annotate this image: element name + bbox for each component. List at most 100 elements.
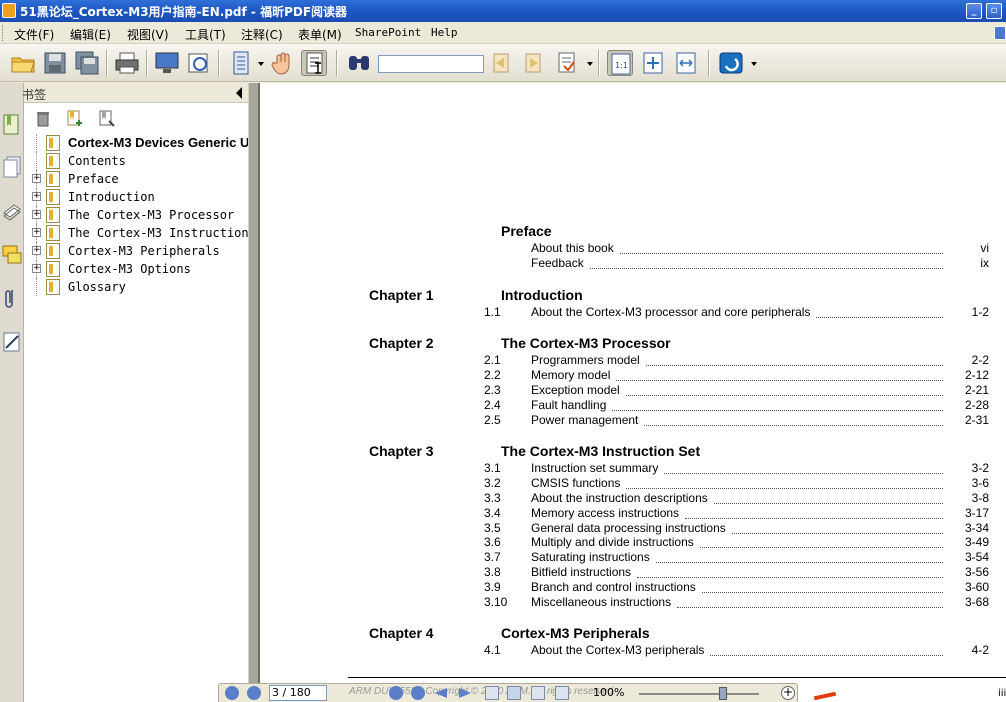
bookmark-item[interactable]: + Introduction [24,188,248,206]
entry-page-number[interactable]: 2-12 [949,368,989,382]
expand-icon[interactable]: + [32,228,41,237]
toc-entry-link[interactable]: Feedback [531,256,584,270]
entry-page-number[interactable]: 3-60 [949,580,989,594]
entry-page-number[interactable]: 2-31 [949,413,989,427]
attachments-panel-icon[interactable] [2,286,22,310]
page-number-input[interactable]: 3 / 180 [269,685,327,701]
bookmark-item[interactable]: Glossary [24,278,248,296]
signatures-panel-icon[interactable] [2,330,22,354]
zoom-level[interactable]: 100% [593,686,624,699]
toc-entry-link[interactable]: Bitfield instructions [531,565,631,579]
save-as-icon[interactable] [74,50,100,76]
toc-entry-link[interactable]: Miscellaneous instructions [531,595,671,609]
comments-panel-icon[interactable] [2,243,22,267]
toc-entry-link[interactable]: About the instruction descriptions [531,491,708,505]
section-title[interactable]: Preface [501,223,552,239]
page-layout-icon[interactable] [228,50,254,76]
bookmark-item[interactable]: + The Cortex-M3 Instruction Set [24,224,248,242]
bookmark-item[interactable]: Cortex-M3 Devices Generic Us [24,134,248,152]
expand-icon[interactable]: + [32,246,41,255]
restore-button[interactable]: ▫ [986,3,1002,19]
entry-page-number[interactable]: 1-2 [949,305,989,319]
entry-page-number[interactable]: 3-17 [949,506,989,520]
entry-page-number[interactable]: vi [949,241,989,255]
delete-bookmark-icon[interactable] [34,109,52,127]
expand-icon[interactable]: + [32,210,41,219]
toc-entry-link[interactable]: Power management [531,413,638,427]
hand-tool-icon[interactable] [270,50,296,76]
section-title[interactable]: The Cortex-M3 Processor [501,335,671,351]
section-title[interactable]: Introduction [501,287,583,303]
screen-icon[interactable] [154,50,180,76]
panel-splitter[interactable] [248,83,260,702]
bookmarks-panel-icon[interactable] [2,113,22,137]
continuous-page-icon[interactable] [507,686,521,700]
single-page-icon[interactable] [485,686,499,700]
zoom-slider-handle[interactable] [719,687,727,700]
entry-page-number[interactable]: 3-49 [949,535,989,549]
select-text-icon[interactable] [301,50,327,76]
zoom-slider[interactable] [639,693,759,695]
chevron-down-icon[interactable] [258,62,264,66]
menu-view[interactable]: 视图(V) [127,26,169,43]
collapse-panel-icon[interactable] [236,87,242,99]
snapshot-icon[interactable] [186,50,212,76]
resize-grip-icon[interactable]: iii [998,688,1006,699]
find-previous-icon[interactable] [488,50,514,76]
toc-entry-link[interactable]: Exception model [531,383,620,397]
bookmark-properties-icon[interactable] [98,109,116,127]
toc-entry-link[interactable]: Memory model [531,368,610,382]
toc-entry-link[interactable]: About the Cortex-M3 processor and core p… [531,305,810,319]
toc-entry-link[interactable]: About this book [531,241,614,255]
entry-page-number[interactable]: ix [949,256,989,270]
entry-page-number[interactable]: 3-6 [949,476,989,490]
layers-panel-icon[interactable] [2,199,22,223]
print-icon[interactable] [114,50,140,76]
bookmark-item[interactable]: + Cortex-M3 Options [24,260,248,278]
expand-icon[interactable]: + [32,192,41,201]
toc-entry-link[interactable]: Instruction set summary [531,461,658,475]
go-back-icon[interactable] [435,688,447,698]
next-page-icon[interactable] [389,686,403,700]
find-options-icon[interactable] [554,50,580,76]
chevron-down-icon[interactable] [751,62,757,66]
entry-page-number[interactable]: 3-68 [949,595,989,609]
menu-sharepoint[interactable]: SharePoint [355,26,421,39]
toc-entry-link[interactable]: Branch and control instructions [531,580,696,594]
continuous-facing-icon[interactable] [555,686,569,700]
facing-page-icon[interactable] [531,686,545,700]
expand-icon[interactable]: + [32,264,41,273]
entry-page-number[interactable]: 3-34 [949,521,989,535]
rotate-icon[interactable] [718,50,744,76]
pages-panel-icon[interactable] [2,155,22,179]
bookmark-item[interactable]: + The Cortex-M3 Processor [24,206,248,224]
toc-entry-link[interactable]: Programmers model [531,353,640,367]
toc-entry-link[interactable]: General data processing instructions [531,521,726,535]
save-icon[interactable] [42,50,68,76]
first-page-icon[interactable] [225,686,239,700]
panel-toggle-icon[interactable] [994,26,1006,40]
menu-file[interactable]: 文件(F) [14,26,54,43]
minimize-button[interactable]: _ [966,3,982,19]
entry-page-number[interactable]: 2-2 [949,353,989,367]
entry-page-number[interactable]: 3-54 [949,550,989,564]
fit-page-icon[interactable] [640,50,666,76]
previous-page-icon[interactable] [247,686,261,700]
entry-page-number[interactable]: 3-2 [949,461,989,475]
toc-entry-link[interactable]: Saturating instructions [531,550,650,564]
find-binoculars-icon[interactable] [346,50,372,76]
bookmark-item[interactable]: + Preface [24,170,248,188]
entry-page-number[interactable]: 3-56 [949,565,989,579]
toc-entry-link[interactable]: Fault handling [531,398,606,412]
entry-page-number[interactable]: 2-21 [949,383,989,397]
toc-entry-link[interactable]: CMSIS functions [531,476,620,490]
find-next-icon[interactable] [520,50,546,76]
bookmark-item[interactable]: + Cortex-M3 Peripherals [24,242,248,260]
chevron-down-icon[interactable] [587,62,593,66]
fit-width-icon[interactable] [673,50,699,76]
section-title[interactable]: The Cortex-M3 Instruction Set [501,443,700,459]
menu-help[interactable]: Help [431,26,458,39]
menu-comment[interactable]: 注释(C) [241,26,283,43]
entry-page-number[interactable]: 4-2 [949,643,989,657]
open-folder-icon[interactable] [10,50,36,76]
